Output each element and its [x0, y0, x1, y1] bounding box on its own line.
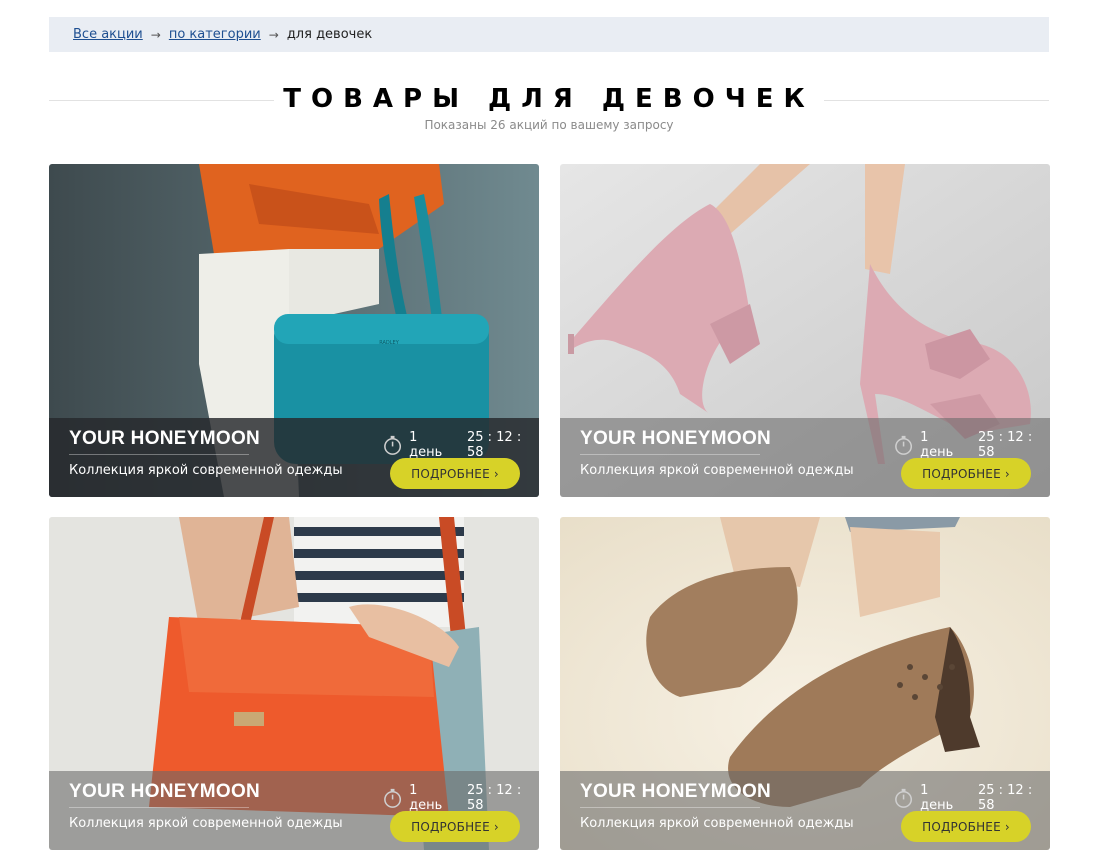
stopwatch-icon	[384, 788, 402, 808]
breadcrumb-link-all[interactable]: Все акции	[73, 27, 143, 42]
stopwatch-icon	[895, 788, 913, 808]
stopwatch-icon	[384, 435, 402, 455]
countdown-time: 25 : 12 : 58	[977, 430, 1033, 460]
heading-divider-right	[824, 100, 1049, 101]
promo-card[interactable]: YOUR HONEYMOON Коллекция яркой современн…	[560, 517, 1050, 850]
countdown-time: 25 : 12 : 58	[466, 430, 522, 460]
details-button[interactable]: ПОДРОБНЕЕ ›	[901, 458, 1031, 489]
countdown-time: 25 : 12 : 58	[977, 783, 1033, 813]
results-count: Показаны 26 акций по вашему запросу	[424, 118, 674, 132]
card-description: Коллекция яркой современной одежды	[580, 463, 854, 478]
arrow-right-icon: →	[150, 27, 161, 42]
breadcrumb-link-category[interactable]: по категории	[169, 27, 261, 42]
breadcrumb: Все акции → по категории → для девочек	[49, 17, 1049, 52]
countdown-timer: 1 день 25 : 12 : 58	[893, 430, 1050, 460]
stopwatch-icon	[895, 435, 913, 455]
page-title: ТОВАРЫ ДЛЯ ДЕВОЧЕК	[283, 84, 815, 114]
breadcrumb-current: для девочек	[286, 27, 373, 42]
card-divider	[580, 807, 760, 808]
card-title[interactable]: YOUR HONEYMOON	[580, 781, 771, 803]
heading-divider-left	[49, 100, 274, 101]
card-divider	[580, 454, 760, 455]
card-divider	[69, 807, 249, 808]
card-description: Коллекция яркой современной одежды	[580, 816, 854, 831]
countdown-days: 1 день	[409, 783, 443, 813]
promo-card[interactable]: YOUR HONEYMOON Коллекция яркой современн…	[560, 164, 1050, 497]
svg-text:RADLEY: RADLEY	[379, 340, 399, 346]
card-title[interactable]: YOUR HONEYMOON	[69, 428, 260, 450]
promo-card[interactable]: YOUR HONEYMOON Коллекция яркой современн…	[49, 517, 539, 850]
countdown-timer: 1 день 25 : 12 : 58	[382, 783, 539, 813]
card-divider	[69, 454, 249, 455]
arrow-right-icon: →	[268, 27, 279, 42]
details-button[interactable]: ПОДРОБНЕЕ ›	[390, 811, 520, 842]
countdown-timer: 1 день 25 : 12 : 58	[382, 430, 539, 460]
countdown-time: 25 : 12 : 58	[466, 783, 522, 813]
details-button[interactable]: ПОДРОБНЕЕ ›	[901, 811, 1031, 842]
details-button[interactable]: ПОДРОБНЕЕ ›	[390, 458, 520, 489]
promo-card[interactable]: RADLEY YOUR HONEYMOON Коллекция яркой со…	[49, 164, 539, 497]
countdown-days: 1 день	[920, 783, 954, 813]
countdown-days: 1 день	[409, 430, 443, 460]
card-title[interactable]: YOUR HONEYMOON	[580, 428, 771, 450]
card-description: Коллекция яркой современной одежды	[69, 463, 343, 478]
card-title[interactable]: YOUR HONEYMOON	[69, 781, 260, 803]
countdown-timer: 1 день 25 : 12 : 58	[893, 783, 1050, 813]
countdown-days: 1 день	[920, 430, 954, 460]
card-description: Коллекция яркой современной одежды	[69, 816, 343, 831]
